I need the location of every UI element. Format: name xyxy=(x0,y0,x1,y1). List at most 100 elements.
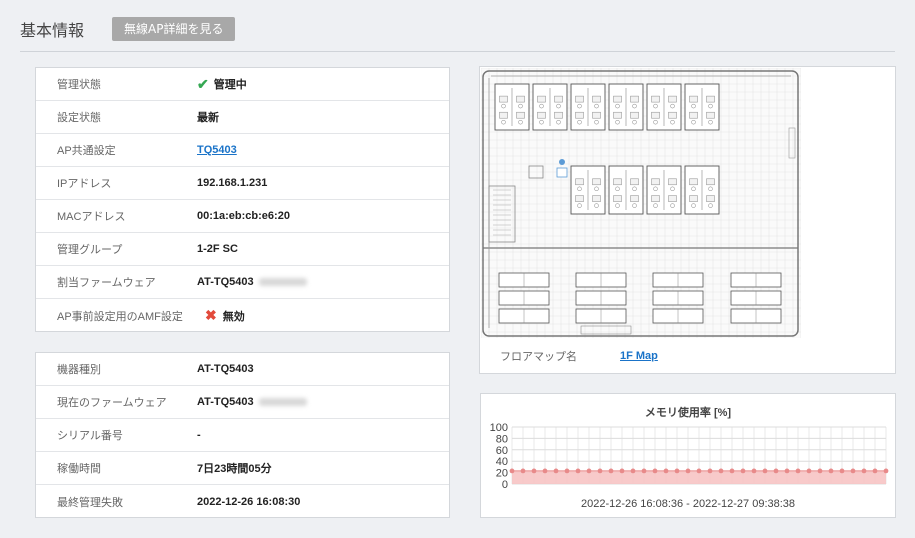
info-row-uptime: 稼働時間 7日23時間05分 xyxy=(36,452,449,485)
memory-point xyxy=(861,468,867,474)
memory-chart-card: メモリ使用率 [%] 100 80 60 40 20 0 2022-12-26 16:08… xyxy=(480,393,896,518)
desk xyxy=(706,95,715,103)
memory-point xyxy=(608,468,614,474)
ap-marker-box xyxy=(556,167,568,178)
memory-point xyxy=(575,468,581,474)
memory-point xyxy=(619,468,625,474)
info-label: 管理グループ xyxy=(57,244,123,256)
desk xyxy=(706,111,715,119)
y-tick-label: 40 xyxy=(496,456,508,468)
memory-point xyxy=(564,468,570,474)
floor-plan-drawing xyxy=(481,68,801,338)
desk xyxy=(516,111,525,119)
memory-point xyxy=(828,468,834,474)
desk xyxy=(592,178,601,186)
cross-icon: ✖ xyxy=(205,307,217,323)
memory-point xyxy=(685,468,691,474)
desk xyxy=(706,195,715,202)
desk xyxy=(592,95,601,103)
memory-point xyxy=(586,468,592,474)
serial-number: - xyxy=(197,429,201,441)
desk xyxy=(630,111,639,119)
desk xyxy=(668,195,677,202)
desk xyxy=(537,111,546,119)
memory-point xyxy=(751,468,757,474)
info-value-wrap: ✔ 管理中 xyxy=(197,76,247,93)
info-label: 最終管理失敗 xyxy=(57,496,123,509)
floor-map-link[interactable]: 1F Map xyxy=(620,350,658,362)
ip-address: 192.168.1.231 xyxy=(197,177,268,189)
amf-setting: 無効 xyxy=(222,310,245,323)
memory-point xyxy=(850,468,856,474)
memory-point xyxy=(872,468,878,474)
desk xyxy=(689,95,698,103)
memory-point xyxy=(740,468,746,474)
desk xyxy=(554,95,563,103)
desk xyxy=(499,95,508,103)
assigned-firmware: AT-TQ5403 xyxy=(197,276,254,288)
info-label: IPアドレス xyxy=(57,178,112,190)
y-tick-label: 20 xyxy=(496,468,508,480)
memory-point xyxy=(509,468,515,474)
desk xyxy=(630,178,639,186)
info-row-amf: AP事前設定用のAMF設定 ✖ 無効 xyxy=(36,299,449,332)
info-label: 機器種別 xyxy=(57,364,101,376)
memory-point xyxy=(520,468,526,474)
memory-point xyxy=(696,468,702,474)
last-failure: 2022-12-26 16:08:30 xyxy=(197,495,301,508)
y-tick-label: 80 xyxy=(496,433,508,445)
info-label: AP共通設定 xyxy=(57,145,116,157)
desk xyxy=(651,111,660,119)
info-label: 割当ファームウェア xyxy=(57,277,156,289)
mac-address: 00:1a:eb:cb:e6:20 xyxy=(197,210,290,222)
memory-point xyxy=(784,468,790,474)
floor-plan-group xyxy=(481,68,801,338)
info-row-mac: MACアドレス 00:1a:eb:cb:e6:20 xyxy=(36,200,449,233)
chart-time-range: 2022-12-26 16:08:36 - 2022-12-27 09:38:3… xyxy=(580,498,796,510)
desk xyxy=(651,178,660,186)
common-setting-link[interactable]: TQ5403 xyxy=(197,144,237,156)
info-row-last-failure: 最終管理失敗 2022-12-26 16:08:30 xyxy=(36,485,449,518)
desk xyxy=(630,95,639,103)
redacted-version xyxy=(258,398,307,406)
desk xyxy=(592,111,601,119)
desk xyxy=(651,95,660,103)
memory-point xyxy=(707,468,713,474)
memory-point xyxy=(795,468,801,474)
map-footer: フロアマップ名 1F Map xyxy=(480,340,895,372)
desk xyxy=(668,178,677,186)
info-label: 設定状態 xyxy=(57,112,101,124)
memory-point xyxy=(663,468,669,474)
desk xyxy=(689,111,698,119)
ap-marker xyxy=(559,159,565,165)
memory-point xyxy=(641,468,647,474)
info-label: MACアドレス xyxy=(57,211,126,223)
header-divider xyxy=(20,51,895,52)
check-icon: ✔ xyxy=(197,75,209,92)
desk xyxy=(630,195,639,202)
memory-point xyxy=(839,468,845,474)
info-label: 管理状態 xyxy=(57,79,101,91)
basic-info-card: 管理状態 ✔ 管理中 設定状態 最新 AP共通設定 TQ5403 IPアドレス 1… xyxy=(35,67,450,332)
memory-point xyxy=(542,468,548,474)
memory-point xyxy=(883,468,889,474)
y-tick-label: 100 xyxy=(490,422,508,434)
page-title: 基本情報 xyxy=(20,21,85,40)
info-value-wrap: AT-TQ5403 xyxy=(197,396,307,408)
info-row-assigned-fw: 割当ファームウェア AT-TQ5403 xyxy=(36,266,449,299)
ap-detail-button[interactable]: 無線AP詳細を見る xyxy=(112,17,236,41)
stairs xyxy=(488,185,516,243)
desk xyxy=(499,111,508,119)
desk xyxy=(537,95,546,103)
info-row-common-setting: AP共通設定 TQ5403 xyxy=(36,134,449,167)
desk xyxy=(689,178,698,186)
desk xyxy=(592,195,601,202)
memory-point xyxy=(729,468,735,474)
uptime: 7日23時間05分 xyxy=(197,463,272,475)
info-row-model: 機器種別 AT-TQ5403 xyxy=(36,353,449,386)
memory-point xyxy=(652,468,658,474)
desk xyxy=(668,111,677,119)
floor-map-image[interactable] xyxy=(481,68,801,338)
info-row-config: 設定状態 最新 xyxy=(36,101,449,134)
desk xyxy=(575,111,584,119)
